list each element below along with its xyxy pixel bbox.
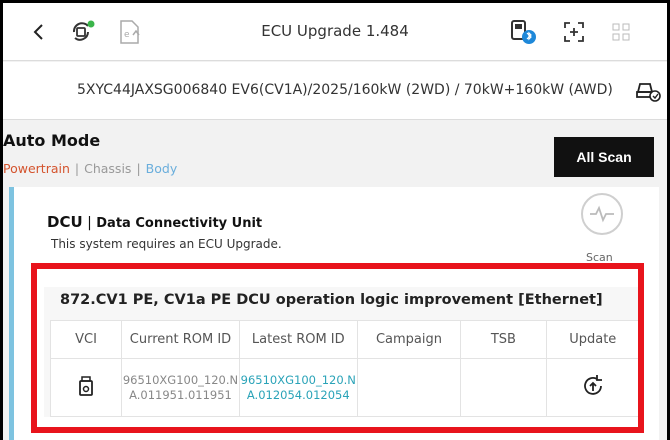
car-settings-icon[interactable] — [635, 78, 661, 106]
app-frame: e ECU Upgrade 1.484 5XYC44JAXSG006840 EV… — [3, 3, 667, 440]
bluetooth-vci-icon[interactable] — [508, 17, 538, 47]
highlight-box — [31, 263, 644, 433]
vehicle-info-text: 5XYC44JAXSG006840 EV6(CV1A)/2025/160kW (… — [77, 82, 613, 98]
all-scan-button[interactable]: All Scan — [554, 137, 654, 177]
tab-chassis[interactable]: Chassis — [84, 161, 131, 176]
dcu-message: This system requires an ECU Upgrade. — [51, 237, 282, 251]
auto-mode-title: Auto Mode — [3, 131, 101, 150]
grid-menu-icon[interactable] — [606, 17, 636, 47]
tab-body[interactable]: Body — [146, 161, 178, 176]
screen-capture-icon[interactable] — [559, 17, 589, 47]
scan-icon — [581, 193, 623, 235]
tab-separator: | — [136, 161, 141, 176]
dcu-code: DCU — [47, 213, 83, 231]
title-separator: | — [87, 215, 97, 231]
system-tabs: Powertrain | Chassis | Body — [3, 161, 177, 176]
tab-powertrain[interactable]: Powertrain — [3, 161, 70, 176]
tab-separator: | — [74, 161, 80, 176]
scan-button[interactable]: Scan — [578, 193, 626, 264]
top-bar: e ECU Upgrade 1.484 — [3, 3, 667, 61]
dcu-title: DCU | Data Connectivity Unit — [47, 213, 262, 231]
dcu-name: Data Connectivity Unit — [96, 216, 263, 231]
vehicle-info-bar: 5XYC44JAXSG006840 EV6(CV1A)/2025/160kW (… — [3, 62, 667, 120]
